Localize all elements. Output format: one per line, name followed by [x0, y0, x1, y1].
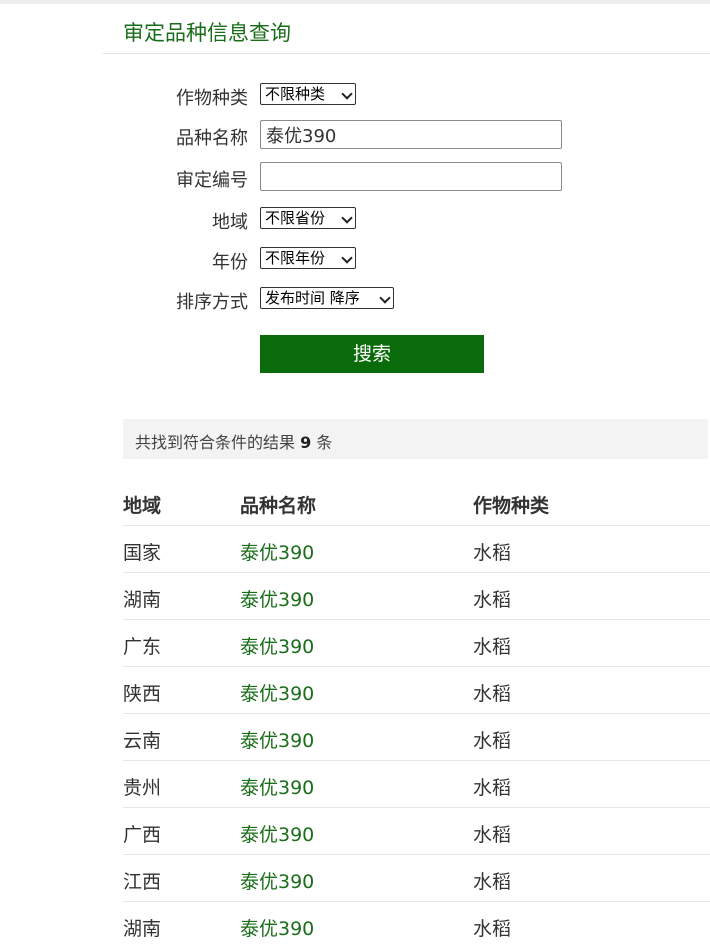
variety-link[interactable]: 泰优390 — [240, 867, 314, 894]
table-row: 湖南 泰优390 水稻 — [0, 902, 710, 949]
cell-crop-type: 水稻 — [473, 730, 512, 752]
region-value: 不限省份 — [265, 209, 326, 227]
table-row: 广西 泰优390 水稻 — [0, 808, 710, 855]
sort-value: 发布时间 降序 — [265, 289, 360, 307]
cell-region: 江西 — [123, 871, 162, 893]
cell-crop-type: 水稻 — [473, 636, 512, 658]
result-summary-bar: 共找到符合条件的结果 9 条 — [123, 419, 708, 459]
form-row-crop-type: 作物种类 不限种类 — [0, 80, 710, 110]
table-row: 云南 泰优390 水稻 — [0, 714, 710, 761]
form-row-approval-no: 审定编号 — [0, 162, 710, 192]
table-row: 国家 泰优390 水稻 — [0, 526, 710, 573]
column-header-crop-type: 作物种类 — [473, 495, 550, 517]
year-value: 不限年份 — [265, 249, 326, 267]
cell-crop-type: 水稻 — [473, 777, 512, 799]
cell-region: 湖南 — [123, 918, 162, 940]
cell-crop-type: 水稻 — [473, 589, 512, 611]
year-label: 年份 — [212, 252, 248, 273]
table-row: 江西 泰优390 水稻 — [0, 855, 710, 902]
page-title: 审定品种信息查询 — [123, 21, 291, 45]
variety-link[interactable]: 泰优390 — [240, 585, 314, 612]
cell-region: 广东 — [123, 636, 162, 658]
chevron-down-icon — [341, 252, 353, 264]
cell-crop-type: 水稻 — [473, 918, 512, 940]
table-row: 贵州 泰优390 水稻 — [0, 761, 710, 808]
variety-link[interactable]: 泰优390 — [240, 679, 314, 706]
approval-no-input[interactable] — [260, 162, 562, 191]
cell-region: 陕西 — [123, 683, 162, 705]
chevron-down-icon — [341, 212, 353, 224]
variety-link[interactable]: 泰优390 — [240, 632, 314, 659]
crop-type-label: 作物种类 — [176, 88, 248, 109]
region-select[interactable]: 不限省份 — [260, 207, 356, 229]
crop-type-select[interactable]: 不限种类 — [260, 83, 356, 105]
form-row-variety-name: 品种名称 — [0, 120, 710, 150]
form-row-sort: 排序方式 发布时间 降序 — [0, 284, 710, 314]
table-row: 陕西 泰优390 水稻 — [0, 667, 710, 714]
column-header-region: 地域 — [123, 495, 162, 517]
region-label: 地域 — [212, 212, 248, 233]
form-row-region: 地域 不限省份 — [0, 204, 710, 234]
variety-name-input[interactable] — [260, 120, 562, 149]
variety-link[interactable]: 泰优390 — [240, 914, 314, 941]
cell-region: 贵州 — [123, 777, 162, 799]
column-header-variety-name: 品种名称 — [240, 495, 317, 517]
sort-label: 排序方式 — [176, 292, 248, 313]
cell-crop-type: 水稻 — [473, 542, 512, 564]
approval-no-label: 审定编号 — [176, 170, 248, 191]
table-row: 湖南 泰优390 水稻 — [0, 573, 710, 620]
cell-region: 湖南 — [123, 589, 162, 611]
cell-region: 国家 — [123, 542, 162, 564]
result-count: 9 — [300, 433, 312, 452]
form-row-year: 年份 不限年份 — [0, 244, 710, 274]
chevron-down-icon — [341, 88, 353, 100]
cell-crop-type: 水稻 — [473, 871, 512, 893]
crop-type-value: 不限种类 — [265, 85, 326, 103]
result-summary: 共找到符合条件的结果 9 条 — [135, 429, 332, 453]
variety-link[interactable]: 泰优390 — [240, 538, 314, 565]
year-select[interactable]: 不限年份 — [260, 247, 356, 269]
page-header: 审定品种信息查询 — [103, 4, 710, 54]
variety-link[interactable]: 泰优390 — [240, 726, 314, 753]
result-prefix: 共找到符合条件的结果 — [135, 433, 296, 452]
variety-name-label: 品种名称 — [176, 128, 248, 149]
chevron-down-icon — [379, 292, 391, 304]
variety-link[interactable]: 泰优390 — [240, 773, 314, 800]
cell-region: 广西 — [123, 824, 162, 846]
cell-crop-type: 水稻 — [473, 824, 512, 846]
result-suffix: 条 — [316, 433, 333, 452]
search-button[interactable]: 搜索 — [260, 335, 484, 373]
cell-crop-type: 水稻 — [473, 683, 512, 705]
table-row: 广东 泰优390 水稻 — [0, 620, 710, 667]
cell-region: 云南 — [123, 730, 162, 752]
variety-link[interactable]: 泰优390 — [240, 820, 314, 847]
sort-select[interactable]: 发布时间 降序 — [260, 287, 394, 309]
